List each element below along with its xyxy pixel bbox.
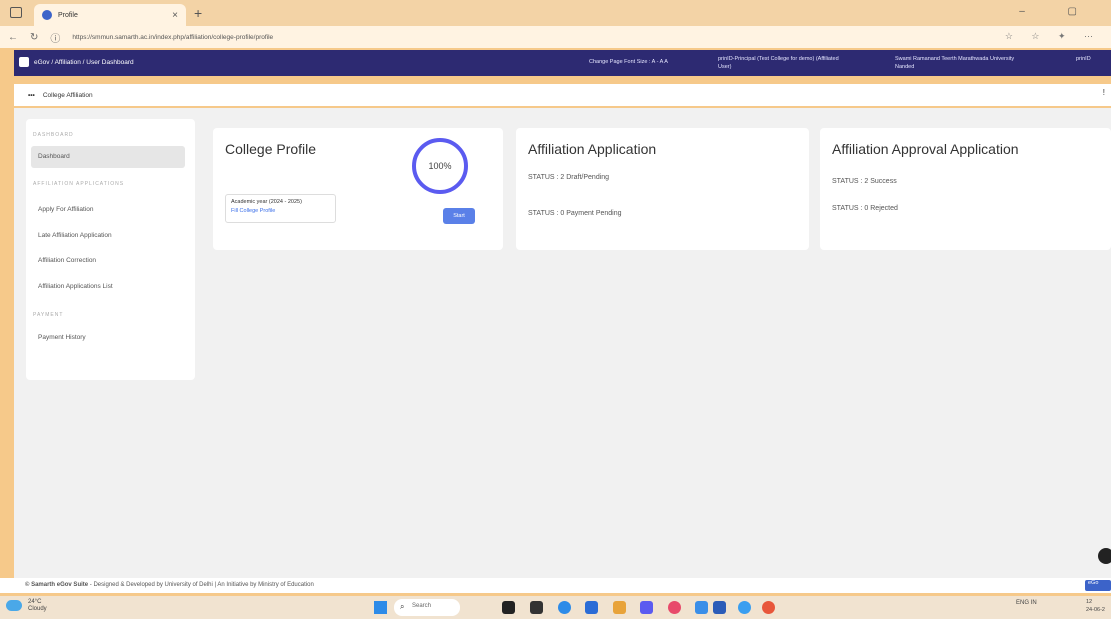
clock-date: 24-06-2: [1086, 607, 1105, 613]
approval-status-rejected: STATUS : 0 Rejected: [832, 205, 898, 212]
font-size-control[interactable]: Change Page Font Size : A - A A: [589, 58, 668, 66]
clock-time: 12: [1086, 599, 1093, 605]
clock[interactable]: 12 24-06-2: [1086, 598, 1105, 614]
footer-credit: - Designed & Developed by University of …: [88, 582, 314, 588]
taskbar-app-icon[interactable]: [585, 601, 598, 614]
taskbar-app-icon[interactable]: [713, 601, 726, 614]
browser-tab[interactable]: Profile ×: [34, 4, 186, 26]
alert-icon[interactable]: !: [1103, 88, 1105, 97]
sidebar-section-dashboard: DASHBOARD: [33, 132, 74, 138]
windows-start-icon[interactable]: [374, 601, 387, 614]
tab-title: Profile: [58, 11, 78, 19]
weather-widget[interactable]: 24°C Cloudy: [28, 599, 47, 613]
affiliation-application-card: Affiliation Application STATUS : 2 Draft…: [516, 128, 809, 250]
profile-progress-percent: 100%: [428, 161, 452, 171]
taskbar-app-icon[interactable]: [530, 601, 543, 614]
page-footer: © Samarth eGov Suite - Designed & Develo…: [0, 578, 1111, 593]
egov-chip[interactable]: eGo: [1085, 580, 1111, 591]
address-bar: ← ↻ ⓘ https://smmun.samarth.ac.in/index.…: [0, 26, 1111, 48]
sub-header: ••• College Affiliation !: [14, 84, 1111, 106]
university-line1: Swami Ramanand Teerth Marathwada Univers…: [895, 56, 1015, 62]
sidebar-section-affiliation: AFFILIATION APPLICATIONS: [33, 181, 125, 187]
academic-year: Academic year (2024 - 2025): [231, 199, 302, 205]
page-title: College Affiliation: [42, 91, 93, 99]
profile-progress-ring: 100%: [412, 138, 468, 194]
fill-profile-link[interactable]: Fill College Profile: [231, 208, 330, 214]
user-role-line2: User): [718, 64, 732, 70]
language-indicator[interactable]: ENG IN: [1016, 600, 1037, 606]
info-icon[interactable]: ⓘ: [50, 30, 60, 45]
university-line2: Nanded: [895, 64, 915, 70]
refresh-icon[interactable]: ↻: [30, 32, 38, 43]
breadcrumb[interactable]: eGov / Affiliation / User Dashboard: [34, 59, 134, 66]
sidebar-item-payment-history[interactable]: Payment History: [38, 334, 86, 341]
taskbar-search-label: Search: [412, 603, 432, 609]
edge-icon[interactable]: [558, 601, 571, 614]
temperature: 24°C: [28, 599, 42, 605]
user-role[interactable]: prinID-Principal (Test College for demo)…: [718, 55, 839, 71]
window-controls[interactable]: – ▢: [1019, 6, 1097, 17]
sidebar-item-apply[interactable]: Apply For Affiliation: [38, 206, 94, 213]
main-content: DASHBOARD Dashboard AFFILIATION APPLICAT…: [14, 108, 1111, 578]
new-tab-icon[interactable]: +: [194, 5, 202, 21]
taskbar-app-icon[interactable]: [738, 601, 751, 614]
teams-icon[interactable]: [640, 601, 653, 614]
college-profile-title: College Profile: [225, 141, 317, 157]
affiliation-approval-card: Affiliation Approval Application STATUS …: [820, 128, 1111, 250]
user-menu[interactable]: prinID: [1076, 55, 1091, 63]
taskbar-app-icon[interactable]: [668, 601, 681, 614]
affiliation-approval-title: Affiliation Approval Application: [832, 141, 1019, 157]
file-explorer-icon[interactable]: [613, 601, 626, 614]
footer-brand: © Samarth eGov Suite: [25, 582, 89, 588]
sidebar-item-list[interactable]: Affiliation Applications List: [38, 283, 113, 290]
more-icon[interactable]: •••: [28, 92, 35, 99]
search-icon: ⌕: [400, 602, 405, 611]
browser-tabbar: Profile × + – ▢: [0, 0, 1111, 26]
browser-toolbar-icons[interactable]: ☆ ☆ ✦ ⋯: [1005, 31, 1101, 42]
chrome-icon[interactable]: [762, 601, 775, 614]
back-icon[interactable]: ←: [8, 32, 18, 43]
egov-logo-icon: [19, 57, 29, 67]
weather-icon[interactable]: [6, 600, 22, 611]
sidebar-section-payment: PAYMENT: [33, 312, 64, 318]
approval-status-success: STATUS : 2 Success: [832, 178, 897, 185]
university-name: Swami Ramanand Teerth Marathwada Univers…: [895, 55, 1014, 71]
chat-icon[interactable]: [1098, 548, 1111, 564]
affiliation-status-draft: STATUS : 2 Draft/Pending: [528, 174, 610, 181]
close-tab-icon[interactable]: ×: [172, 10, 178, 21]
sidebar-item-late[interactable]: Late Affiliation Application: [38, 232, 112, 239]
tab-actions-icon[interactable]: [10, 7, 22, 18]
taskbar-app-icon[interactable]: [695, 601, 708, 614]
affiliation-status-payment: STATUS : 0 Payment Pending: [528, 210, 622, 217]
favicon-icon: [42, 10, 52, 20]
taskbar-app-icon[interactable]: [502, 601, 515, 614]
app-header: eGov / Affiliation / User Dashboard Chan…: [14, 50, 1111, 76]
sidebar: DASHBOARD Dashboard AFFILIATION APPLICAT…: [26, 119, 195, 380]
start-button[interactable]: Start: [443, 208, 475, 224]
footer-text: © Samarth eGov Suite - Designed & Develo…: [25, 582, 314, 588]
url-field[interactable]: https://smmun.samarth.ac.in/index.php/af…: [72, 34, 273, 41]
taskbar-search[interactable]: ⌕ Search: [394, 599, 460, 616]
sidebar-item-correction[interactable]: Affiliation Correction: [38, 257, 96, 264]
os-taskbar: 24°C Cloudy ⌕ Search ENG IN 12 24-06-2: [0, 596, 1111, 619]
weather-label: Cloudy: [28, 606, 47, 612]
user-role-line1: prinID-Principal (Test College for demo)…: [718, 56, 839, 62]
affiliation-application-title: Affiliation Application: [528, 141, 657, 157]
academic-year-box: Academic year (2024 - 2025) Fill College…: [225, 194, 336, 223]
sidebar-item-dashboard[interactable]: Dashboard: [38, 153, 70, 160]
college-profile-card: College Profile 100% Academic year (2024…: [213, 128, 503, 250]
